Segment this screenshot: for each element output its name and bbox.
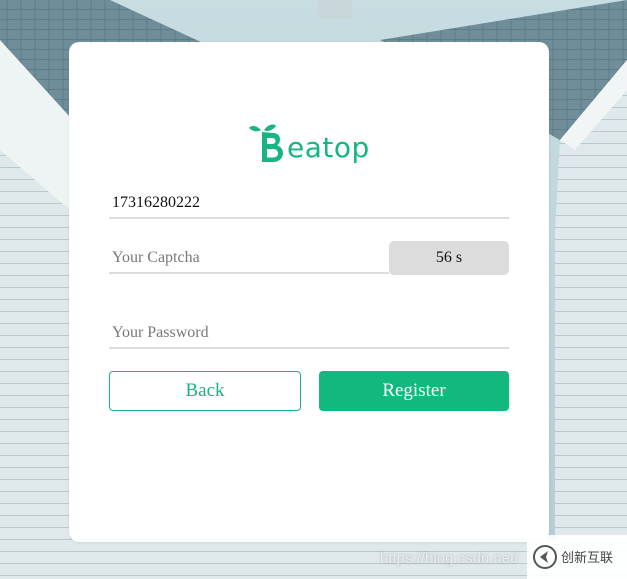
corner-logo-text: 创新互联: [561, 550, 613, 566]
password-input[interactable]: [109, 319, 509, 349]
captcha-countdown-button[interactable]: 56 s: [389, 241, 509, 275]
register-button-label: Register: [382, 380, 446, 401]
corner-watermark-logo: 创新互联: [527, 535, 627, 579]
register-button[interactable]: Register: [319, 371, 509, 411]
phone-input[interactable]: [109, 189, 509, 219]
brand-logo: eatop: [249, 120, 374, 166]
register-card: eatop 56 s Back Register: [69, 42, 549, 542]
brand-name: eatop: [287, 131, 370, 164]
captcha-input[interactable]: [109, 244, 389, 274]
leaf-b-icon: [249, 124, 283, 162]
back-button[interactable]: Back: [109, 371, 301, 411]
countdown-label: 56 s: [435, 249, 463, 266]
back-button-label: Back: [185, 380, 225, 401]
watermark-url: https://blog.csdn.net/: [380, 550, 519, 567]
